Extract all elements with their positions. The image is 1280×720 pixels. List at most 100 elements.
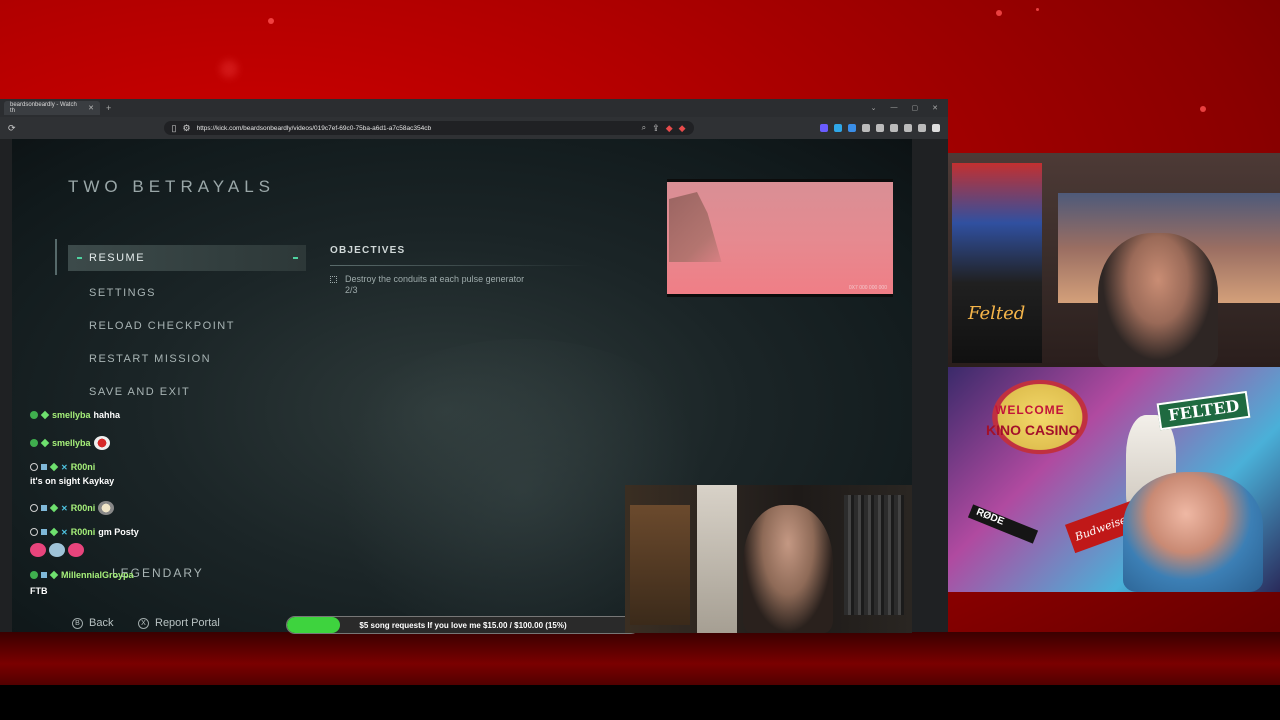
badge-icon bbox=[30, 504, 38, 512]
chat-username: R00ni bbox=[70, 527, 96, 537]
window-controls: ⌄ — ▢ ✕ bbox=[871, 104, 944, 112]
x-button-icon: X bbox=[138, 617, 149, 629]
chat-message: smellyba hahha bbox=[30, 410, 120, 420]
report-portal-button[interactable]: X Report Portal bbox=[138, 617, 220, 629]
tab-title: beardsonbeardly - Watch th bbox=[10, 102, 77, 114]
site-info-icon[interactable]: ⚙ bbox=[183, 123, 191, 134]
objectives-title: OBJECTIVES bbox=[330, 245, 406, 256]
welcome-sign-text: WELCOME bbox=[995, 403, 1065, 417]
extension-icon[interactable] bbox=[820, 124, 828, 132]
close-tab-icon[interactable]: ✕ bbox=[88, 104, 94, 112]
bottom-strip bbox=[0, 632, 1280, 685]
chat-message: ✕ R00ni bbox=[30, 462, 95, 472]
profile-icon[interactable] bbox=[918, 124, 926, 132]
close-window-icon[interactable]: ✕ bbox=[932, 104, 938, 112]
sword-badge-icon: ✕ bbox=[61, 503, 68, 513]
sub-badge-icon bbox=[41, 505, 47, 511]
maximize-icon[interactable]: ▢ bbox=[912, 104, 919, 112]
sub-badge-icon bbox=[41, 529, 47, 535]
b-button-icon: B bbox=[72, 617, 83, 629]
extension-icon[interactable] bbox=[904, 124, 912, 132]
webcam-person bbox=[1098, 233, 1218, 367]
objectives-divider bbox=[330, 265, 590, 266]
reload-icon[interactable]: ⟳ bbox=[8, 123, 16, 134]
badge-icon bbox=[30, 463, 38, 471]
zoom-icon[interactable]: ⌕ bbox=[642, 123, 646, 133]
browser-tab[interactable]: beardsonbeardly - Watch th ✕ bbox=[4, 101, 100, 115]
url-text: https://kick.com/beardsonbeardly/videos/… bbox=[196, 124, 432, 132]
menu-item-reload-checkpoint[interactable]: RELOAD CHECKPOINT bbox=[68, 313, 306, 339]
extension-icon[interactable]: ◆ bbox=[679, 123, 686, 134]
menu-accent-bar bbox=[55, 239, 57, 275]
webcam-center bbox=[625, 485, 912, 633]
chat-username: R00ni bbox=[70, 503, 96, 513]
badge-icon bbox=[30, 439, 38, 447]
chat-text: gm Posty bbox=[98, 527, 139, 537]
diamond-badge-icon bbox=[49, 570, 59, 580]
diamond-badge-icon bbox=[49, 462, 59, 472]
sword-badge-icon: ✕ bbox=[61, 527, 68, 537]
nav-bar: ⟳ ▯ ⚙ https://kick.com/beardsonbeardly/v… bbox=[0, 117, 948, 139]
stream-background: beardsonbeardly - Watch th ✕ + ⌄ — ▢ ✕ ⟳… bbox=[0, 0, 1280, 720]
sparkle bbox=[268, 18, 274, 24]
menu-item-resume[interactable]: RESUME bbox=[68, 245, 306, 271]
webcam-top-right: Felted bbox=[948, 153, 1280, 367]
diamond-badge-icon bbox=[49, 503, 59, 513]
emote-icon bbox=[49, 543, 65, 557]
badge-icon bbox=[30, 411, 38, 419]
webcam-bottom-right: WELCOME KINO CASINO FELTED Budweiser RØD… bbox=[948, 367, 1280, 592]
minimize-icon[interactable]: — bbox=[891, 104, 898, 112]
heart-emote-icon bbox=[30, 543, 46, 557]
badge-icon bbox=[30, 528, 38, 536]
extension-icon[interactable] bbox=[876, 124, 884, 132]
donation-goal-label: $5 song requests If you love me $15.00 /… bbox=[359, 620, 567, 630]
menu-item-save-and-exit[interactable]: SAVE AND EXIT bbox=[68, 379, 306, 405]
extension-icon[interactable] bbox=[862, 124, 870, 132]
menu-icon[interactable] bbox=[932, 124, 940, 132]
objective-item: Destroy the conduits at each pulse gener… bbox=[330, 274, 530, 296]
donation-goal-bar: $5 song requests If you love me $15.00 /… bbox=[286, 616, 640, 634]
chat-message: ✕ R00ni bbox=[30, 501, 115, 515]
webcam-door bbox=[697, 485, 737, 633]
chat-text-line: FTB bbox=[30, 586, 48, 596]
chat-text-line: it's on sight Kaykay bbox=[30, 476, 115, 486]
diamond-badge-icon bbox=[40, 438, 50, 448]
bookmark-icon[interactable]: ▯ bbox=[172, 123, 177, 134]
sub-badge-icon bbox=[41, 464, 47, 470]
preview-code: 0X7 000 000 000 bbox=[848, 285, 887, 291]
address-bar[interactable]: ▯ ⚙ https://kick.com/beardsonbeardly/vid… bbox=[163, 121, 694, 135]
heart-emote-icon bbox=[68, 543, 84, 557]
sparkle bbox=[1200, 106, 1206, 112]
casino-sign-text: KINO CASINO bbox=[986, 422, 1080, 438]
sword-badge-icon: ✕ bbox=[61, 462, 68, 472]
extensions-toolbar bbox=[820, 124, 940, 132]
diamond-badge-icon bbox=[49, 527, 59, 537]
extension-icon[interactable]: ◆ bbox=[666, 123, 673, 134]
menu-item-restart-mission[interactable]: RESTART MISSION bbox=[68, 346, 306, 372]
chat-username: R00ni bbox=[70, 462, 96, 472]
menu-item-settings[interactable]: SETTINGS bbox=[68, 280, 306, 306]
chat-text: hahha bbox=[93, 410, 121, 420]
chat-message: smellyba bbox=[30, 436, 110, 450]
objective-checkbox-icon bbox=[330, 276, 337, 283]
chat-message: MillennialGroypa bbox=[30, 570, 134, 580]
back-button[interactable]: B Back bbox=[72, 617, 113, 629]
microphone-label: RØDE bbox=[967, 504, 1039, 544]
felted-street-sign: FELTED bbox=[1156, 390, 1251, 431]
chevron-down-icon[interactable]: ⌄ bbox=[871, 104, 877, 112]
back-label: Back bbox=[89, 617, 114, 629]
webcam-person bbox=[1123, 472, 1263, 592]
share-icon[interactable]: ⇪ bbox=[652, 123, 660, 134]
extension-icon[interactable] bbox=[834, 124, 842, 132]
diamond-badge-icon bbox=[40, 410, 50, 420]
extension-icon[interactable] bbox=[890, 124, 898, 132]
preview-rock bbox=[669, 192, 722, 262]
sub-badge-icon bbox=[41, 572, 47, 578]
extension-icon[interactable] bbox=[848, 124, 856, 132]
tab-bar: beardsonbeardly - Watch th ✕ + ⌄ — ▢ ✕ bbox=[0, 99, 948, 117]
new-tab-icon[interactable]: + bbox=[106, 103, 111, 113]
webcam-shelf bbox=[630, 505, 690, 625]
chat-username: MillennialGroypa bbox=[61, 570, 134, 580]
chat-emote-row bbox=[30, 543, 84, 557]
felted-sign: Felted bbox=[968, 303, 1026, 324]
